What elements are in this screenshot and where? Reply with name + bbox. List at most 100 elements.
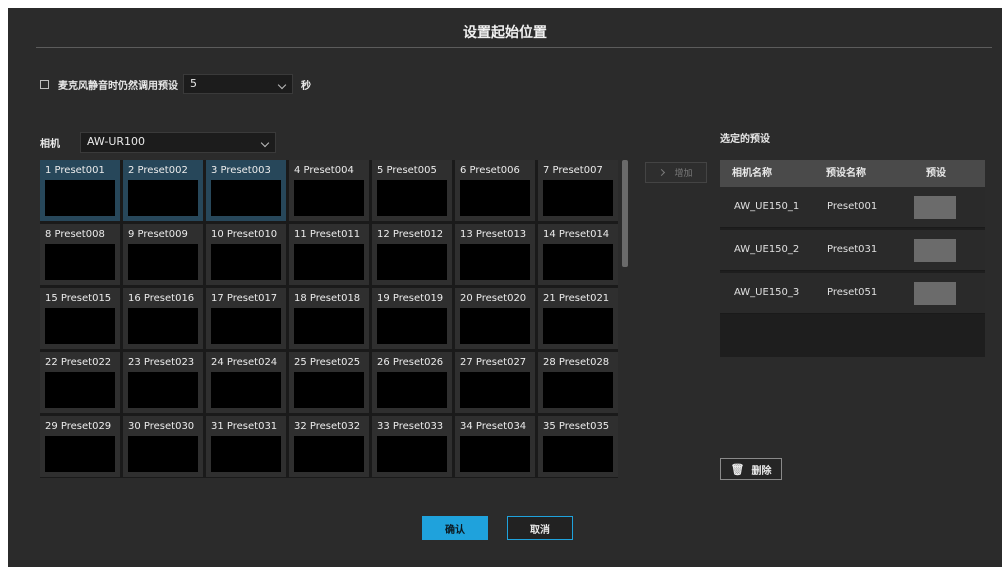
preset-cell-label: 7 Preset007 [543, 165, 603, 176]
preset-cell[interactable]: 26 Preset026 [372, 352, 452, 413]
preset-cell[interactable]: 2 Preset002 [123, 160, 203, 221]
camera-select[interactable]: AW-UR100 [80, 131, 276, 153]
row-camera-name: AW_UE150_1 [734, 201, 800, 212]
preset-cell[interactable]: 29 Preset029 [40, 416, 120, 477]
preset-cell[interactable]: 14 Preset014 [538, 224, 618, 285]
preset-cell[interactable]: 17 Preset017 [206, 288, 286, 349]
preset-cell-label: 34 Preset034 [460, 421, 527, 432]
seconds-value: 5 [190, 77, 197, 90]
preset-cell[interactable]: 28 Preset028 [538, 352, 618, 413]
preset-cell-label: 1 Preset001 [45, 165, 105, 176]
preset-thumbnail [211, 244, 281, 280]
preset-thumbnail [377, 180, 447, 216]
header-camera-name: 相机名称 [732, 168, 772, 179]
camera-row: 相机 AW-UR100 [40, 131, 276, 153]
preset-thumbnail [294, 436, 364, 472]
dialog-title: 设置起始位置 [463, 25, 547, 41]
preset-cell[interactable]: 3 Preset003 [206, 160, 286, 221]
preset-cell-label: 28 Preset028 [543, 357, 610, 368]
preset-cell[interactable]: 1 Preset001 [40, 160, 120, 221]
add-button[interactable]: 增加 [645, 162, 707, 183]
preset-cell[interactable]: 4 Preset004 [289, 160, 369, 221]
selected-table-header: 相机名称 预设名称 预设 [720, 160, 985, 187]
preset-cell[interactable]: 25 Preset025 [289, 352, 369, 413]
preset-cell[interactable]: 31 Preset031 [206, 416, 286, 477]
ok-button[interactable]: 确认 [422, 516, 488, 540]
preset-cell[interactable]: 35 Preset035 [538, 416, 618, 477]
preset-cell[interactable]: 5 Preset005 [372, 160, 452, 221]
preset-cell-label: 3 Preset003 [211, 165, 271, 176]
preset-cell[interactable]: 21 Preset021 [538, 288, 618, 349]
preset-cell-label: 19 Preset019 [377, 293, 444, 304]
preset-thumbnail [543, 244, 613, 280]
preset-thumbnail [45, 436, 115, 472]
preset-cell[interactable]: 33 Preset033 [372, 416, 452, 477]
preset-thumbnail [211, 436, 281, 472]
grid-scrollbar-thumb[interactable] [622, 160, 628, 267]
preset-cell[interactable]: 20 Preset020 [455, 288, 535, 349]
preset-cell-label: 20 Preset020 [460, 293, 527, 304]
start-position-dialog: 设置起始位置 麦克风静音时仍然调用预设 5 秒 相机 AW-UR100 1 Pr… [8, 8, 1002, 567]
preset-cell-label: 15 Preset015 [45, 293, 112, 304]
preset-cell[interactable]: 22 Preset022 [40, 352, 120, 413]
selected-preset-row[interactable]: AW_UE150_2 Preset031 [720, 230, 985, 271]
preset-cell[interactable]: 6 Preset006 [455, 160, 535, 221]
chevron-down-icon [277, 80, 287, 90]
preset-cell[interactable]: 18 Preset018 [289, 288, 369, 349]
preset-cell[interactable]: 27 Preset027 [455, 352, 535, 413]
preset-cell-label: 4 Preset004 [294, 165, 354, 176]
selected-preset-row[interactable]: AW_UE150_1 Preset001 [720, 187, 985, 228]
preset-cell-label: 27 Preset027 [460, 357, 527, 368]
preset-cell-label: 12 Preset012 [377, 229, 444, 240]
title-divider [36, 47, 992, 48]
preset-cell[interactable]: 8 Preset008 [40, 224, 120, 285]
preset-cell-label: 18 Preset018 [294, 293, 361, 304]
preset-cell-label: 16 Preset016 [128, 293, 195, 304]
selected-preset-row[interactable]: AW_UE150_3 Preset051 [720, 273, 985, 314]
preset-thumbnail [460, 372, 530, 408]
preset-cell[interactable]: 10 Preset010 [206, 224, 286, 285]
row-preset-name: Preset001 [827, 201, 878, 212]
preset-cell[interactable]: 15 Preset015 [40, 288, 120, 349]
row-camera-name: AW_UE150_2 [734, 244, 800, 255]
preset-thumbnail [211, 372, 281, 408]
preset-cell-label: 10 Preset010 [211, 229, 278, 240]
add-button-label: 增加 [674, 169, 693, 179]
preset-cell[interactable]: 32 Preset032 [289, 416, 369, 477]
preset-cell-label: 21 Preset021 [543, 293, 610, 304]
camera-value: AW-UR100 [87, 134, 146, 148]
preset-thumbnail [128, 180, 198, 216]
preset-cell[interactable]: 23 Preset023 [123, 352, 203, 413]
mute-checkbox[interactable] [40, 79, 49, 89]
preset-cell-label: 33 Preset033 [377, 421, 444, 432]
preset-thumbnail [460, 244, 530, 280]
preset-cell[interactable]: 12 Preset012 [372, 224, 452, 285]
preset-cell[interactable]: 19 Preset019 [372, 288, 452, 349]
preset-cell-label: 14 Preset014 [543, 229, 610, 240]
preset-cell-label: 25 Preset025 [294, 357, 361, 368]
preset-thumbnail [377, 308, 447, 344]
preset-cell-label: 5 Preset005 [377, 165, 437, 176]
preset-thumbnail [543, 308, 613, 344]
preset-cell-label: 17 Preset017 [211, 293, 278, 304]
preset-cell[interactable]: 34 Preset034 [455, 416, 535, 477]
preset-thumbnail [460, 180, 530, 216]
preset-thumbnail [45, 180, 115, 216]
preset-cell[interactable]: 7 Preset007 [538, 160, 618, 221]
preset-thumbnail [543, 180, 613, 216]
preset-cell[interactable]: 9 Preset009 [123, 224, 203, 285]
chevron-down-icon [260, 138, 270, 147]
preset-cell-label: 26 Preset026 [377, 357, 444, 368]
chevron-right-icon [658, 168, 666, 177]
preset-cell[interactable]: 13 Preset013 [455, 224, 535, 285]
preset-thumbnail [377, 372, 447, 408]
preset-cell[interactable]: 30 Preset030 [123, 416, 203, 477]
preset-cell[interactable]: 16 Preset016 [123, 288, 203, 349]
preset-cell[interactable]: 11 Preset011 [289, 224, 369, 285]
preset-cell-label: 32 Preset032 [294, 421, 361, 432]
seconds-select[interactable]: 5 [183, 74, 293, 94]
preset-cell-label: 24 Preset024 [211, 357, 278, 368]
cancel-button[interactable]: 取消 [507, 516, 573, 540]
delete-button[interactable]: 🗑 删除 [720, 458, 782, 480]
preset-cell[interactable]: 24 Preset024 [206, 352, 286, 413]
